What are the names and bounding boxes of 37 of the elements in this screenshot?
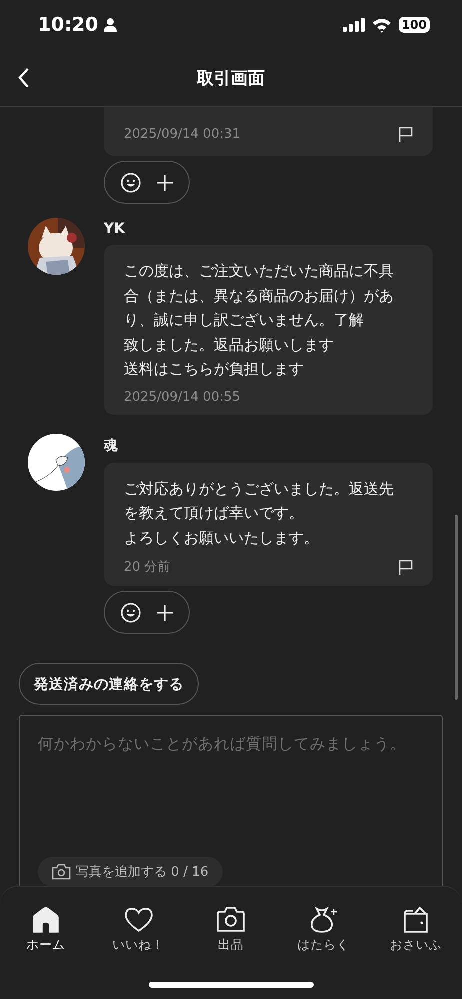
wifi-icon	[372, 18, 392, 32]
tab-item[interactable]: おさいふ	[376, 907, 456, 954]
screen-title: 取引画面	[197, 68, 265, 90]
plus-icon	[157, 604, 173, 620]
tab-item[interactable]: いいね！	[98, 907, 179, 954]
message-time: 20 分前	[124, 559, 171, 576]
tab-item[interactable]: 出品	[190, 907, 271, 954]
smiley-icon	[121, 172, 141, 192]
sender-name: YK	[104, 221, 125, 237]
add-photo-label: 写真を追加する 0 / 16	[76, 864, 209, 881]
message-time: 2025/09/14 00:31	[124, 127, 241, 142]
plus-icon	[157, 174, 173, 190]
back-icon[interactable]	[18, 68, 30, 88]
camera-icon	[216, 907, 246, 933]
message-field[interactable]: 何かわからないことがあれば質問してみましょう。 写真を追加する 0 / 16	[19, 715, 443, 886]
tab-item[interactable]: はたらく	[283, 907, 364, 954]
flag-icon[interactable]	[399, 127, 413, 142]
message-input[interactable]: 何かわからないことがあれば質問してみましょう。	[38, 734, 424, 857]
sender-name: 魂	[104, 436, 118, 454]
money-bag-icon	[308, 907, 338, 933]
add-photo-button[interactable]: 写真を追加する 0 / 16	[38, 857, 223, 886]
tab-item[interactable]: ホーム	[6, 907, 86, 954]
shipping-notice-button[interactable]: 発送済みの連絡をする	[19, 663, 199, 705]
message-text: ご対応ありがとうございました。返送先を教えて頂けば幸いです。 よろしくお願いいたします。	[124, 478, 395, 548]
battery-indicator: 100	[398, 17, 430, 33]
add-reaction-button[interactable]	[104, 591, 190, 634]
add-reaction-button[interactable]	[104, 161, 190, 204]
status-time: 10:20	[38, 14, 98, 36]
flag-icon[interactable]	[399, 560, 413, 574]
smiley-icon	[121, 602, 141, 622]
message-text: この度は、ご注文いただいた商品に不具合（または、異なる商品のお届け）があり、誠に申し訳ございません。了解 致しました。返品お願いします 送料はこちらが負担します	[124, 261, 395, 380]
home-icon	[31, 907, 62, 933]
signal-icon	[342, 18, 365, 32]
person-icon	[104, 18, 118, 32]
heart-icon	[124, 907, 154, 933]
camera-icon	[52, 864, 71, 880]
message-time: 2025/09/14 00:55	[124, 390, 241, 404]
